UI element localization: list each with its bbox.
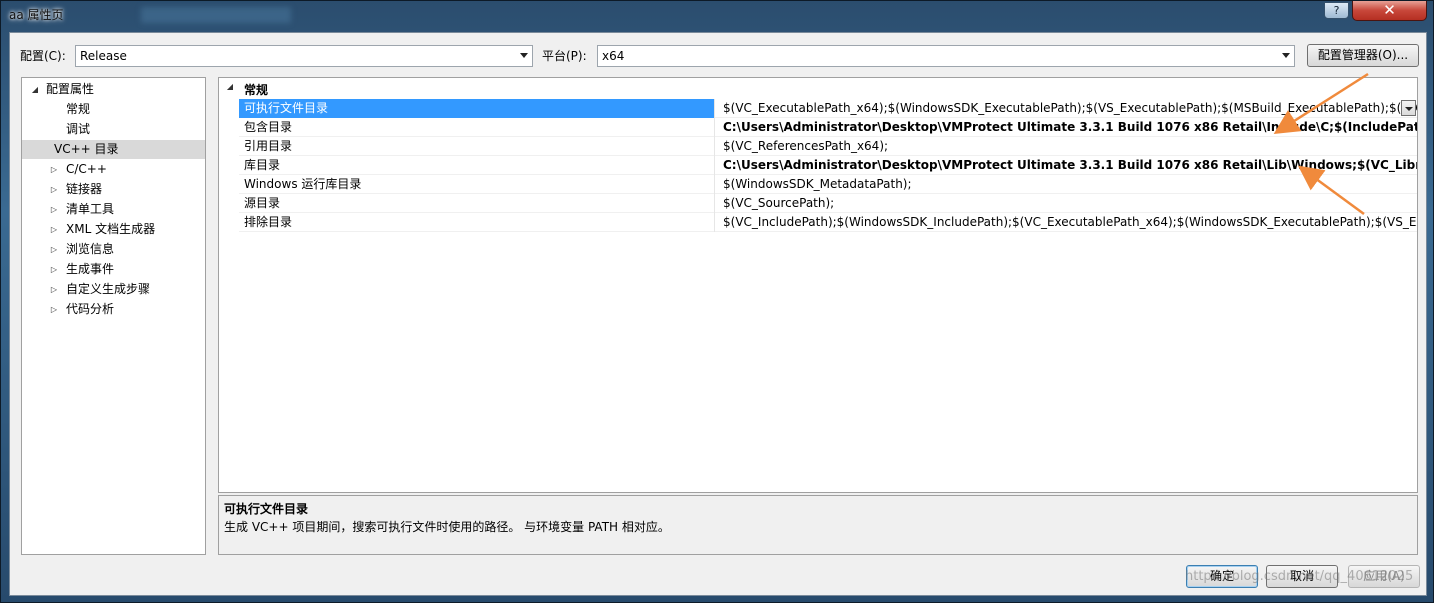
chevron-down-icon [1282, 53, 1290, 58]
tree-item[interactable]: ▷ 自定义生成步骤 [22, 280, 205, 299]
property-name[interactable]: 源目录 [239, 194, 715, 213]
grid-row[interactable]: 引用目录 $(VC_ReferencesPath_x64); [239, 137, 1417, 156]
tree-item[interactable]: ▷ XML 文档生成器 [22, 220, 205, 239]
dialog-client-area: 配置(C): Release 平台(P): x64 配置管理器(O)... ◢ 配… [9, 32, 1427, 596]
property-name[interactable]: 引用目录 [239, 137, 715, 156]
tree-item[interactable]: 调试 [22, 120, 205, 139]
tree-item[interactable]: ◢ 配置属性 [22, 80, 205, 99]
expand-icon[interactable]: ▷ [49, 280, 59, 299]
grid-row[interactable]: 包含目录 C:\Users\Administrator\Desktop\VMPro… [239, 118, 1417, 137]
grid-category-general[interactable]: ◢ 常规 [219, 78, 1417, 98]
property-name[interactable]: 包含目录 [239, 118, 715, 137]
grid-row[interactable]: 库目录 C:\Users\Administrator\Desktop\VMProt… [239, 156, 1417, 175]
tree-item[interactable]: ▷ C/C++ [22, 160, 205, 179]
tree-item-label: 常规 [66, 102, 91, 116]
property-tree[interactable]: ◢ 配置属性常规调试 VC++ 目录 ▷ C/C++ ▷ 链接器 ▷ 清单工具 ▷ XML 文档生成… [21, 77, 206, 555]
property-value[interactable]: C:\Users\Administrator\Desktop\VMProtect… [723, 156, 1417, 175]
tree-item-label: 清单工具 [66, 202, 115, 216]
configuration-manager-button[interactable]: 配置管理器(O)... [1307, 44, 1419, 67]
watermark: https://blog.csdn.net/qq_40612025 [1185, 569, 1414, 584]
tree-item-label: C/C++ [66, 162, 107, 176]
expand-icon[interactable]: ▷ [49, 180, 59, 199]
tree-item[interactable]: ▷ 链接器 [22, 180, 205, 199]
property-name[interactable]: 排除目录 [239, 213, 715, 232]
value-dropdown-button[interactable] [1401, 100, 1416, 116]
tree-item-label: 自定义生成步骤 [66, 282, 151, 296]
help-button[interactable]: ? [1324, 2, 1349, 19]
property-grid[interactable]: ◢ 常规 可执行文件目录 $(VC_ExecutablePath_x64);$(W… [218, 77, 1418, 493]
tree-item-label: XML 文档生成器 [66, 222, 156, 236]
property-value[interactable]: $(VC_ExecutablePath_x64);$(WindowsSDK_Ex… [723, 99, 1417, 118]
configuration-label: 配置(C): [20, 49, 66, 63]
grid-row[interactable]: 源目录 $(VC_SourcePath); [239, 194, 1417, 213]
property-name[interactable]: 可执行文件目录 [239, 99, 715, 118]
platform-label: 平台(P): [542, 49, 587, 63]
property-value[interactable]: $(VC_IncludePath);$(WindowsSDK_IncludePa… [723, 213, 1417, 232]
tree-item[interactable]: VC++ 目录 [22, 140, 205, 159]
tree-item[interactable]: ▷ 浏览信息 [22, 240, 205, 259]
tree-item[interactable]: ▷ 生成事件 [22, 260, 205, 279]
property-value[interactable]: $(VC_ReferencesPath_x64); [723, 137, 1417, 156]
properties-window: aa 属性页 ? ✕ 配置(C): Release 平台(P): x64 配置管… [0, 0, 1434, 603]
grid-row[interactable]: 排除目录 $(VC_IncludePath);$(WindowsSDK_Inclu… [239, 213, 1417, 232]
expand-icon[interactable]: ▷ [49, 200, 59, 219]
property-value[interactable]: $(WindowsSDK_MetadataPath); [723, 175, 1417, 194]
description-text: 生成 VC++ 项目期间，搜索可执行文件时使用的路径。 与环境变量 PATH 相… [224, 520, 670, 534]
property-name[interactable]: Windows 运行库目录 [239, 175, 715, 194]
grid-row[interactable]: 可执行文件目录 $(VC_ExecutablePath_x64);$(Window… [239, 99, 1417, 118]
property-value[interactable]: C:\Users\Administrator\Desktop\VMProtect… [723, 118, 1417, 137]
configuration-select[interactable]: Release [75, 45, 533, 67]
platform-select[interactable]: x64 [597, 45, 1295, 67]
blurred-title-region [141, 7, 291, 23]
collapse-icon[interactable]: ◢ [30, 80, 40, 99]
tree-item-label: 配置属性 [46, 82, 95, 96]
category-label: 常规 [244, 83, 269, 97]
tree-item-label: 代码分析 [66, 302, 115, 316]
tree-item-label: 生成事件 [66, 262, 115, 276]
tree-item-label: VC++ 目录 [54, 142, 119, 156]
property-name[interactable]: 库目录 [239, 156, 715, 175]
expand-icon[interactable]: ▷ [49, 300, 59, 319]
expand-icon[interactable]: ▷ [49, 160, 59, 179]
tree-item[interactable]: ▷ 清单工具 [22, 200, 205, 219]
tree-item[interactable]: ▷ 代码分析 [22, 300, 205, 319]
expand-icon[interactable]: ▷ [49, 260, 59, 279]
property-value[interactable]: $(VC_SourcePath); [723, 194, 1417, 213]
expand-icon[interactable]: ▷ [49, 240, 59, 259]
close-button[interactable]: ✕ [1352, 1, 1427, 21]
grid-row[interactable]: Windows 运行库目录 $(WindowsSDK_MetadataPath); [239, 175, 1417, 194]
expand-icon[interactable]: ▷ [49, 220, 59, 239]
chevron-down-icon [520, 53, 528, 58]
tree-item[interactable]: 常规 [22, 100, 205, 119]
window-title: aa 属性页 [9, 8, 64, 22]
tree-item-label: 调试 [66, 122, 91, 136]
collapse-icon[interactable]: ◢ [225, 82, 235, 91]
description-title: 可执行文件目录 [224, 502, 309, 516]
configuration-value: Release [80, 49, 127, 63]
tree-item-label: 浏览信息 [66, 242, 115, 256]
description-panel: 可执行文件目录 生成 VC++ 项目期间，搜索可执行文件时使用的路径。 与环境变… [218, 495, 1418, 555]
title-bar[interactable]: aa 属性页 ? ✕ [1, 1, 1433, 31]
tree-item-label: 链接器 [66, 182, 103, 196]
platform-value: x64 [602, 49, 625, 63]
